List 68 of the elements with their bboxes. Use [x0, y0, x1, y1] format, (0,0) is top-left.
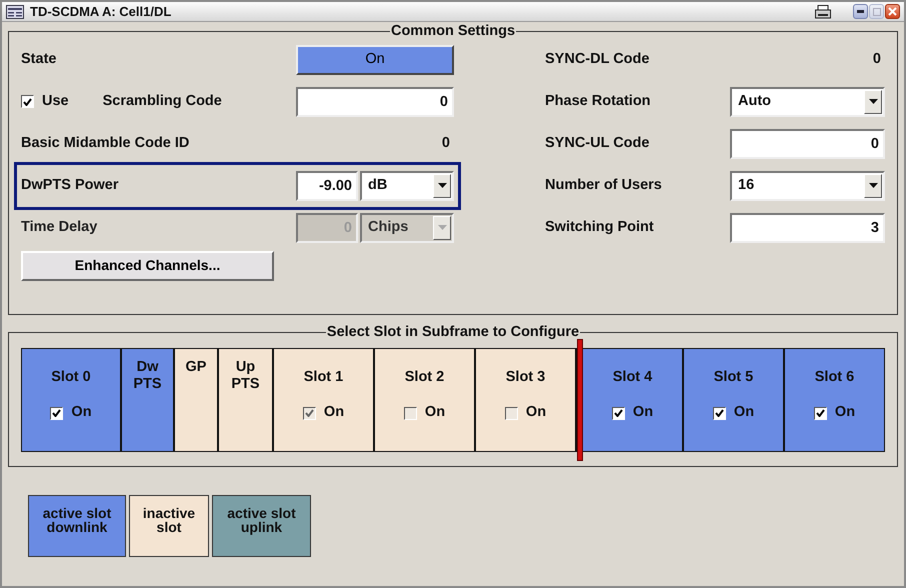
slot-label: Slot 2: [404, 368, 444, 386]
dropdown[interactable]: 16: [730, 170, 885, 200]
checkbox[interactable]: [21, 95, 34, 108]
slot-label: Slot 4: [612, 368, 652, 386]
legend-swatch: inactive slot: [129, 495, 209, 557]
dropdown-arrow-icon: [438, 183, 446, 188]
slot-cell[interactable]: Slot 5 On: [684, 348, 785, 450]
checkbox-label: On: [734, 403, 754, 422]
dropdown-arrow-icon: [868, 183, 878, 188]
field-label: State: [21, 50, 56, 69]
slot-cell[interactable]: Up PTS: [219, 348, 274, 450]
checkbox-label: Use: [42, 92, 69, 111]
window-icon: [6, 4, 24, 18]
field-label: Scrambling Code: [102, 92, 222, 111]
value-text: 0: [442, 134, 450, 153]
checkbox[interactable]: [612, 406, 625, 420]
field-label: SYNC-UL Code: [545, 134, 650, 153]
enhanced-channels-button[interactable]: Enhanced Channels...: [21, 250, 274, 280]
legend-swatch: active slot uplink: [212, 495, 311, 557]
dropdown-arrow-icon: [868, 99, 878, 104]
window-title: TD-SCDMA A: Cell1/DL: [30, 2, 172, 21]
slot-label: GP: [186, 358, 206, 376]
input-field[interactable]: 3: [730, 212, 885, 242]
field-label: Basic Midamble Code ID: [21, 134, 190, 153]
value-text: 0: [872, 50, 881, 69]
checkbox-label: On: [71, 403, 92, 422]
checkbox[interactable]: [814, 406, 827, 420]
slot-label: Slot 3: [506, 368, 546, 386]
legend-swatch: active slot downlink: [28, 495, 126, 557]
field-label: Number of Users: [545, 176, 662, 195]
checkbox[interactable]: [712, 406, 726, 420]
checkbox-label: On: [834, 403, 856, 422]
slot-label: Up PTS: [231, 358, 260, 392]
dropdown-arrow-icon: [438, 225, 446, 230]
field-label: Phase Rotation: [545, 92, 651, 111]
section-title: Select Slot in Subframe to Configure: [326, 325, 580, 340]
checkbox-label: On: [424, 403, 446, 422]
checkbox[interactable]: [50, 406, 64, 420]
field-label: SYNC-DL Code: [545, 50, 650, 69]
field-label: Switching Point: [545, 218, 654, 237]
slot-cell[interactable]: GP: [175, 348, 219, 450]
print-icon[interactable]: [815, 4, 831, 18]
slot-label: Dw PTS: [133, 358, 162, 392]
close-icon: [888, 7, 897, 16]
checkbox-label: On: [324, 403, 344, 422]
field-label: Time Delay: [21, 218, 98, 237]
input-field[interactable]: -9.00: [296, 170, 358, 200]
checkbox-label: On: [526, 403, 546, 422]
close-button[interactable]: [885, 4, 900, 19]
slot-label: Slot 5: [714, 368, 754, 386]
section-title: Common Settings: [390, 24, 516, 38]
slot-cell[interactable]: Slot 4 On: [583, 348, 684, 450]
minimize-button[interactable]: [853, 4, 868, 19]
slot-label: Slot 1: [304, 368, 344, 386]
state-toggle[interactable]: On: [296, 44, 454, 74]
dropdown[interactable]: Auto: [730, 86, 885, 116]
input-field[interactable]: 0: [296, 86, 454, 116]
slot-cell[interactable]: Dw PTS: [122, 348, 175, 450]
minimize-icon: [857, 10, 864, 13]
slot-label: Slot 0: [51, 368, 91, 386]
slot-cell[interactable]: Slot 6 On: [785, 348, 884, 450]
unit-dropdown[interactable]: dB: [360, 170, 454, 200]
slot-cell[interactable]: Slot 0 On: [22, 348, 122, 450]
checkbox-label: On: [632, 403, 654, 422]
maximize-icon: [872, 8, 880, 16]
input-field[interactable]: 0: [730, 128, 885, 158]
slot-label: Slot 6: [814, 368, 854, 386]
field-label: DwPTS Power: [21, 176, 118, 195]
